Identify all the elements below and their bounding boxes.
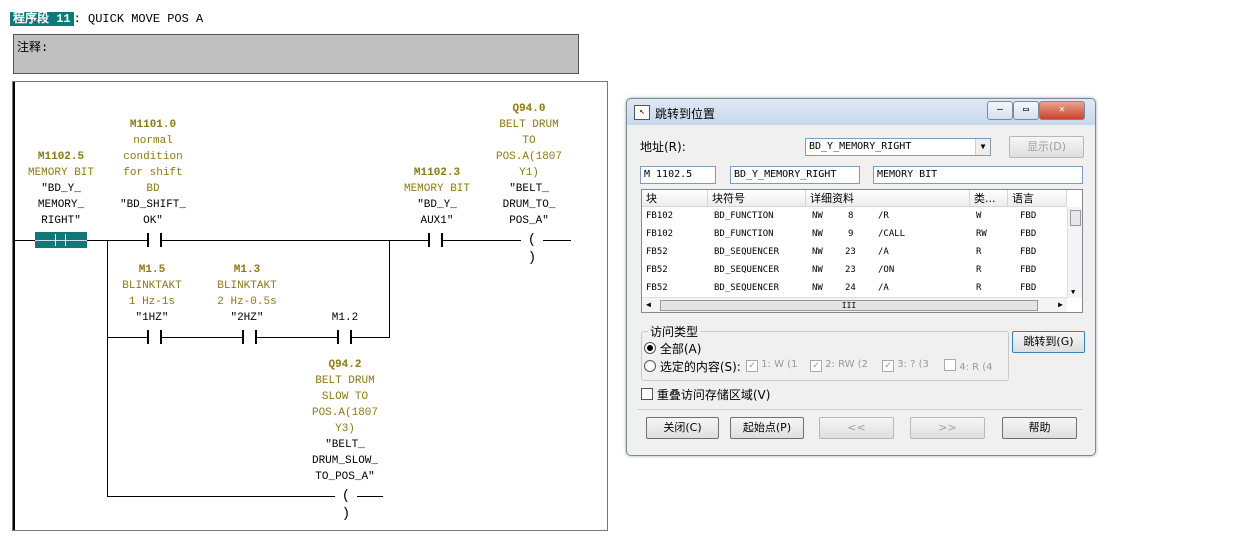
rung-wire bbox=[443, 240, 521, 241]
close-button[interactable]: 关闭(C) bbox=[646, 417, 719, 439]
contact-m1-3[interactable] bbox=[242, 330, 257, 344]
check-r[interactable]: 4: R (4 bbox=[944, 359, 993, 373]
ladder-diagram[interactable]: ( ) ( ) M1102.5 MEMORY BIT "BD_Y_ MEMORY… bbox=[12, 81, 608, 531]
info-address: M 1102.5 bbox=[640, 166, 716, 184]
jump-to-button[interactable]: 跳转到(G) bbox=[1012, 331, 1085, 353]
address-combobox[interactable]: BD_Y_MEMORY_RIGHT ▼ bbox=[805, 138, 991, 156]
label-m1-3: M1.3 BLINKTAKT 2 Hz-0.5s "2HZ" bbox=[217, 264, 277, 324]
table-row[interactable]: FB52 BD_SEQUENCER NW 23 /ON R FBD bbox=[642, 261, 1067, 279]
label-m1101-0: M1101.0 normal condition for shift BD "B… bbox=[119, 119, 186, 227]
info-comment: MEMORY BIT bbox=[873, 166, 1083, 184]
contact-m1102-5[interactable] bbox=[35, 232, 87, 248]
goto-location-dialog: ↖ 跳转到位置 — ▭ ✕ 地址(R): BD_Y_MEMORY_RIGHT ▼… bbox=[626, 98, 1096, 456]
scroll-thumb[interactable]: III bbox=[660, 300, 1038, 311]
network-title: 程序段 11: QUICK MOVE POS A bbox=[10, 9, 203, 26]
col-symbol[interactable]: 块符号 bbox=[708, 190, 806, 207]
check-unknown[interactable]: ✓ 3: ? (3 bbox=[882, 359, 929, 372]
label-q94-0: Q94.0 BELT DRUM TO POS.A(1807 Y1) "BELT_… bbox=[495, 103, 562, 227]
coil-q94-0[interactable]: ( ) bbox=[521, 231, 543, 266]
app-icon: ↖ bbox=[634, 105, 650, 120]
help-button[interactable]: 帮助 bbox=[1002, 417, 1077, 439]
rung-wire bbox=[543, 240, 571, 241]
radio-selected-content[interactable]: 选定的内容(S): bbox=[644, 358, 741, 375]
branch-wire bbox=[257, 337, 337, 338]
col-block[interactable]: 块 bbox=[642, 190, 708, 207]
scroll-grip: III bbox=[841, 301, 857, 310]
info-symbol: BD_Y_MEMORY_RIGHT bbox=[730, 166, 860, 184]
chevron-down-icon[interactable]: ▼ bbox=[975, 139, 990, 155]
arrow-right-icon[interactable]: ▶ bbox=[1058, 300, 1063, 309]
contact-m1101-0[interactable] bbox=[147, 233, 162, 247]
label-m1-2: M1.2 bbox=[331, 312, 359, 324]
minimize-icon[interactable]: — bbox=[987, 101, 1013, 120]
col-type[interactable]: 类... bbox=[970, 190, 1008, 207]
vertical-scrollbar[interactable]: ▼ bbox=[1067, 207, 1082, 298]
access-type-group: 访问类型 全部(A) 选定的内容(S): ✓ 1: W (1 ✓ 2: RW (… bbox=[641, 323, 1009, 381]
previous-button[interactable]: << bbox=[819, 417, 894, 439]
scroll-thumb[interactable] bbox=[1070, 210, 1081, 226]
show-button[interactable]: 显示(D) bbox=[1009, 136, 1084, 158]
label-m1102-5: M1102.5 MEMORY BIT "BD_Y_ MEMORY_ RIGHT" bbox=[27, 151, 94, 227]
comment-box[interactable]: 注释: bbox=[13, 34, 579, 74]
maximize-icon[interactable]: ▭ bbox=[1013, 101, 1039, 120]
branch-wire bbox=[107, 337, 147, 338]
title-separator: : bbox=[73, 12, 81, 26]
table-row[interactable]: FB52 BD_SEQUENCER NW 23 /A R FBD bbox=[642, 243, 1067, 261]
dialog-title: 跳转到位置 bbox=[655, 107, 716, 121]
label-q94-2: Q94.2 BELT DRUM SLOW TO POS.A(1807 Y3) "… bbox=[311, 359, 378, 483]
branch-wire bbox=[389, 240, 390, 337]
reference-list[interactable]: 块 块符号 详细资料 类... 语言 FB102 BD_FUNCTION NW 8 … bbox=[641, 189, 1083, 313]
group-title: 访问类型 bbox=[648, 323, 701, 340]
label-m1102-3: M1102.3 MEMORY BIT "BD_Y_ AUX1" bbox=[403, 167, 470, 227]
table-row[interactable]: FB102 BD_FUNCTION NW 8 /R W FBD bbox=[642, 207, 1067, 225]
coil-q94-2[interactable]: ( ) bbox=[335, 487, 357, 522]
dialog-separator bbox=[637, 409, 1083, 410]
table-row[interactable]: FB102 BD_FUNCTION NW 9 /CALL RW FBD bbox=[642, 225, 1067, 243]
branch-wire bbox=[352, 337, 390, 338]
overlap-checkbox[interactable]: 重叠访问存储区域(V) bbox=[641, 386, 770, 403]
rung-wire bbox=[87, 240, 147, 241]
network-number[interactable]: 程序段 11 bbox=[10, 12, 74, 26]
address-value: BD_Y_MEMORY_RIGHT bbox=[809, 141, 912, 152]
address-label: 地址(R): bbox=[640, 140, 686, 154]
branch-wire bbox=[357, 496, 383, 497]
next-button[interactable]: >> bbox=[910, 417, 985, 439]
horizontal-scrollbar[interactable]: ◀ III ▶ bbox=[642, 297, 1067, 312]
branch-wire bbox=[162, 337, 242, 338]
col-language[interactable]: 语言 bbox=[1008, 190, 1067, 207]
close-icon[interactable]: ✕ bbox=[1039, 101, 1085, 120]
check-rw[interactable]: ✓ 2: RW (2 bbox=[810, 359, 868, 372]
radio-icon[interactable] bbox=[644, 360, 656, 372]
label-m1-5: M1.5 BLINKTAKT 1 Hz-1s "1HZ" bbox=[122, 264, 182, 324]
check-w[interactable]: ✓ 1: W (1 bbox=[746, 359, 797, 372]
contact-m1-5[interactable] bbox=[147, 330, 162, 344]
radio-all[interactable]: 全部(A) bbox=[644, 340, 701, 357]
col-details[interactable]: 详细资料 bbox=[806, 190, 970, 207]
origin-button[interactable]: 起始点(P) bbox=[730, 417, 804, 439]
contact-m1-2[interactable] bbox=[337, 330, 352, 344]
power-rail bbox=[13, 82, 15, 530]
rung-wire bbox=[13, 240, 37, 241]
comment-label: 注释: bbox=[17, 40, 49, 54]
network-title-text: QUICK MOVE POS A bbox=[88, 12, 204, 26]
table-row[interactable]: FB52 BD_SEQUENCER NW 24 /A R FBD bbox=[642, 279, 1067, 297]
arrow-left-icon[interactable]: ◀ bbox=[646, 300, 651, 309]
dialog-titlebar[interactable]: ↖ 跳转到位置 — ▭ ✕ bbox=[627, 99, 1095, 125]
branch-wire bbox=[107, 496, 335, 497]
contact-m1102-3[interactable] bbox=[428, 233, 443, 247]
arrow-down-icon[interactable]: ▼ bbox=[1071, 288, 1075, 296]
radio-selected-icon[interactable] bbox=[644, 342, 656, 354]
